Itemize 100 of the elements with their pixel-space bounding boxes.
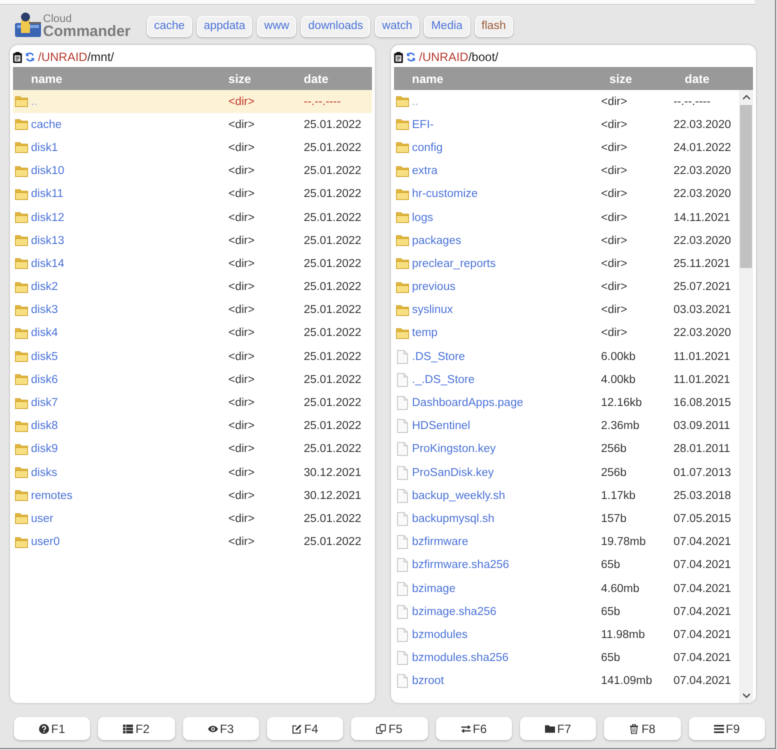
function-key-button[interactable]: F6 [436,717,512,740]
file-row[interactable]: config <dir> 24.01.2022 [394,136,739,160]
file-row[interactable]: disk9 <dir> 25.01.2022 [13,438,372,461]
file-row[interactable]: bzimage.sha256 65b 07.04.2021 [394,600,739,624]
function-key-button[interactable]: F9 [688,717,765,740]
file-name[interactable]: user [31,512,54,525]
column-header[interactable]: size [228,72,304,86]
column-header[interactable]: size [609,72,685,86]
file-name[interactable]: DashboardApps.page [412,397,524,410]
file-row[interactable]: DashboardApps.page 12.16kb 16.08.2015 [394,391,739,415]
file-name[interactable]: ProKingston.key [412,443,496,456]
file-name[interactable]: .DS_Store [412,350,466,363]
file-name[interactable]: disk12 [31,212,64,224]
file-name[interactable]: disk13 [31,234,64,247]
file-row[interactable]: syslinux <dir> 03.03.2021 [394,298,739,322]
file-row[interactable]: ._.DS_Store 4.00kb 11.01.2021 [394,368,739,392]
function-key-button[interactable]: F1 [14,717,90,740]
file-name[interactable]: HDSentinel [412,420,470,432]
file-name[interactable]: cache [31,118,62,131]
column-header[interactable]: date [684,72,753,86]
file-row[interactable]: temp <dir> 22.03.2020 [394,322,739,346]
function-key-button[interactable]: F2 [98,717,175,740]
bookmark-button[interactable]: appdata [196,16,252,36]
file-name[interactable]: bzfirmware [412,536,468,548]
file-row[interactable]: user0 <dir> 25.01.2022 [13,530,372,554]
file-row[interactable]: disk5 <dir> 25.01.2022 [13,345,372,368]
file-name[interactable]: disk7 [31,397,58,410]
file-row[interactable]: disk13 <dir> 25.01.2022 [13,229,372,252]
file-row[interactable]: disk3 <dir> 25.01.2022 [13,298,372,322]
file-row[interactable]: .. <dir> --.--.---- [394,90,739,114]
file-row[interactable]: bzroot 141.09mb 07.04.2021 [394,670,739,693]
column-header[interactable]: name [31,72,228,86]
function-key-button[interactable]: F5 [351,717,428,740]
function-key-button[interactable]: F7 [520,717,596,740]
file-name[interactable]: bzfirmware.sha256 [412,559,510,572]
file-row[interactable]: packages <dir> 22.03.2020 [394,229,739,252]
function-key-button[interactable]: F3 [182,717,259,740]
file-row[interactable]: disk1 <dir> 25.01.2022 [13,136,372,160]
path-link[interactable]: /UNRAID [419,50,468,64]
file-row[interactable]: HDSentinel 2.36mb 03.09.2011 [394,414,739,438]
file-name[interactable]: bzimage [412,582,456,595]
file-name[interactable]: disk6 [31,374,58,386]
file-row[interactable]: disk10 <dir> 25.01.2022 [13,160,372,183]
file-row[interactable]: disk8 <dir> 25.01.2022 [13,414,372,438]
file-name[interactable]: extra [412,165,438,178]
file-row[interactable]: disk11 <dir> 25.01.2022 [13,182,372,206]
file-name[interactable]: disk9 [31,443,58,456]
file-row[interactable]: ProSanDisk.key 256b 01.07.2013 [394,461,739,484]
file-name[interactable]: preclear_reports [412,258,496,270]
file-row[interactable]: remotes <dir> 30.12.2021 [13,484,372,508]
file-row[interactable]: user <dir> 25.01.2022 [13,507,372,531]
function-key-button[interactable]: F8 [604,717,681,740]
file-row[interactable]: disk2 <dir> 25.01.2022 [13,276,372,299]
file-row[interactable]: ProKingston.key 256b 28.01.2011 [394,438,739,461]
file-row[interactable]: disk4 <dir> 25.01.2022 [13,322,372,346]
file-name[interactable]: disk8 [31,420,58,432]
file-name[interactable]: backup_weekly.sh [412,490,506,502]
file-row[interactable]: previous <dir> 25.07.2021 [394,276,739,299]
file-name[interactable]: backupmysql.sh [412,512,494,525]
file-row[interactable]: bzmodules 11.98mb 07.04.2021 [394,623,739,646]
bookmark-button[interactable]: Media [424,16,470,36]
file-name[interactable]: disk10 [31,165,64,178]
file-row[interactable]: disk14 <dir> 25.01.2022 [13,252,372,276]
file-name[interactable]: bzmodules [412,628,468,641]
file-row[interactable]: bzfirmware 19.78mb 07.04.2021 [394,530,739,554]
bookmark-button[interactable]: www [257,16,296,36]
file-row[interactable]: backup_weekly.sh 1.17kb 25.03.2018 [394,484,739,508]
file-name[interactable]: disk3 [31,304,58,316]
file-name[interactable]: bzroot [412,675,444,688]
file-name[interactable]: hr-customize [412,188,478,200]
file-name[interactable]: previous [412,281,456,294]
bookmark-button[interactable]: flash [474,16,513,36]
file-row[interactable]: .DS_Store 6.00kb 11.01.2021 [394,345,739,368]
path-link[interactable]: /UNRAID [38,50,88,64]
file-row[interactable]: extra <dir> 22.03.2020 [394,160,739,183]
file-name[interactable]: logs [412,212,434,224]
file-row[interactable]: logs <dir> 14.11.2021 [394,206,739,230]
file-name[interactable]: remotes [31,490,73,502]
file-row[interactable]: EFI- <dir> 22.03.2020 [394,113,739,136]
file-name[interactable]: bzimage.sha256 [412,606,496,618]
file-name[interactable]: disk14 [31,258,64,270]
bookmark-button[interactable]: cache [147,16,192,36]
file-row[interactable]: backupmysql.sh 157b 07.05.2015 [394,507,739,531]
scrollbar-thumb[interactable] [740,105,752,268]
file-name[interactable]: disk5 [31,350,58,363]
file-name[interactable]: ProSanDisk.key [412,466,494,479]
file-name[interactable]: packages [412,234,462,247]
scrollbar-track[interactable] [739,90,753,703]
file-name[interactable]: disk1 [31,142,58,154]
file-row[interactable]: .. <dir> --.--.---- [13,90,372,114]
bookmark-button[interactable]: watch [375,16,420,36]
file-row[interactable]: disk6 <dir> 25.01.2022 [13,368,372,392]
file-row[interactable]: bzmodules.sha256 65b 07.04.2021 [394,646,739,670]
file-name[interactable]: disk11 [31,188,64,200]
function-key-button[interactable]: F4 [266,717,344,740]
file-name[interactable]: disk2 [31,281,58,294]
file-name[interactable]: temp [412,327,438,340]
file-row[interactable]: preclear_reports <dir> 25.11.2021 [394,252,739,276]
file-name[interactable]: EFI- [412,118,434,131]
file-name[interactable]: disk4 [31,327,58,340]
